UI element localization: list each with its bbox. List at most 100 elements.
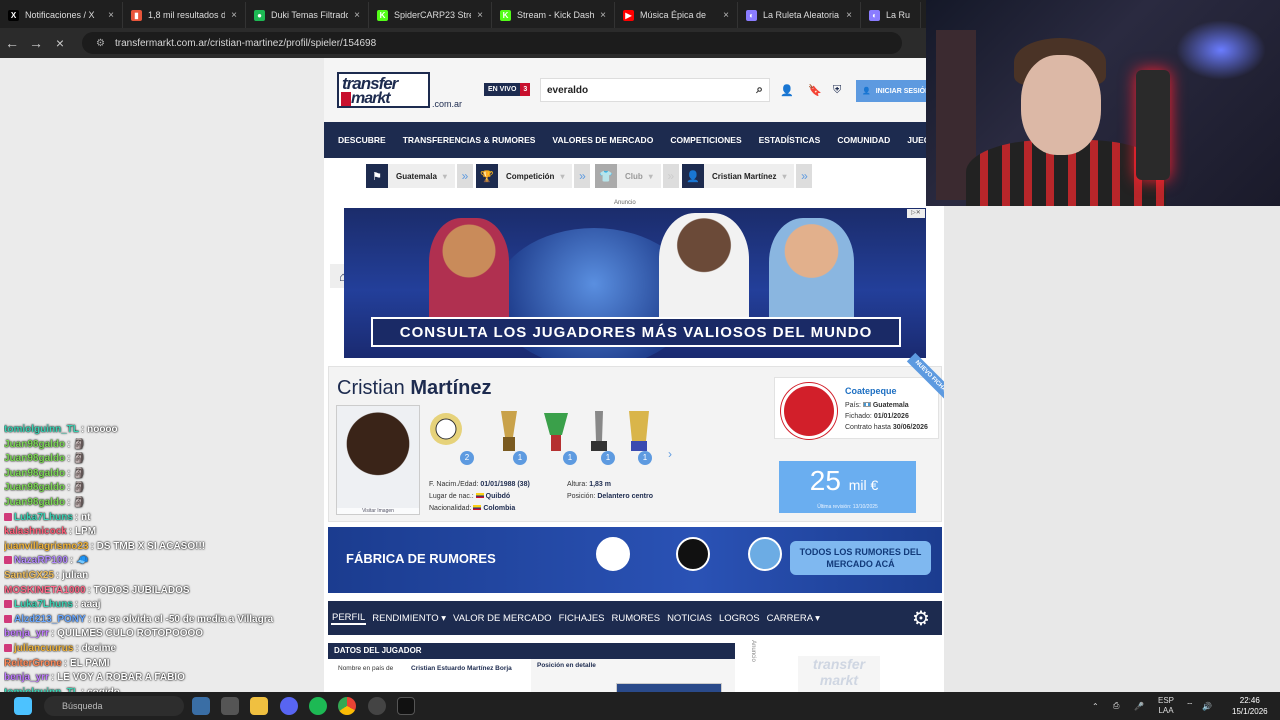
club-crest-icon[interactable]: [781, 383, 837, 439]
browser-tab[interactable]: ◐ La Ru: [861, 2, 921, 28]
breadcrumb-club[interactable]: 👕 Club ▾ »: [595, 164, 679, 188]
market-value-box[interactable]: 25 mil € Última revisión: 13/10/2025: [779, 461, 916, 513]
browser-tab[interactable]: ◐ La Ruleta Aleatoria ×: [738, 2, 861, 28]
browser-tab[interactable]: K Stream - Kick Dashbo ×: [492, 2, 615, 28]
tab-close-icon[interactable]: ×: [600, 10, 606, 21]
chevron-right-icon[interactable]: »: [796, 164, 813, 188]
trophy-ball-icon[interactable]: [426, 407, 466, 455]
task-view-icon[interactable]: [192, 697, 210, 715]
chat-username[interactable]: MOSKINETA1000: [4, 585, 86, 596]
tab-close-icon[interactable]: ×: [231, 10, 237, 21]
chevron-up-icon[interactable]: ⌃: [1092, 692, 1099, 720]
store-icon[interactable]: [221, 697, 239, 715]
tab-close-icon[interactable]: ×: [108, 10, 114, 21]
search-icon[interactable]: ⌕: [756, 82, 763, 97]
trophy-cup-icon[interactable]: [489, 407, 529, 455]
app-icon[interactable]: [397, 697, 415, 715]
windows-start-icon[interactable]: [14, 697, 32, 715]
chat-username[interactable]: juanvillagrismo23: [4, 541, 88, 552]
nationality-value[interactable]: Colombia: [483, 505, 515, 512]
nav-item[interactable]: TRANSFERENCIAS & RUMORES: [403, 135, 536, 145]
mic-icon[interactable]: 🎤: [1134, 692, 1144, 720]
tab-close-icon[interactable]: ×: [354, 10, 360, 21]
browser-tab[interactable]: K SpiderCARP23 Stream ×: [369, 2, 492, 28]
breadcrumb-competition[interactable]: 🏆 Competición ▾ »: [476, 164, 591, 188]
chat-username[interactable]: Juan98galdo: [4, 468, 65, 479]
spotify-icon[interactable]: [309, 697, 327, 715]
taskbar-search[interactable]: Búsqueda: [44, 696, 184, 716]
forward-icon[interactable]: →: [24, 35, 48, 51]
subnav-item[interactable]: VALOR DE MERCADO: [452, 613, 553, 624]
player-photo[interactable]: Visitar Imagen: [336, 405, 420, 515]
bookmark-icon[interactable]: 🔖: [808, 84, 822, 97]
nav-item[interactable]: VALORES DE MERCADO: [552, 135, 653, 145]
folder-icon[interactable]: [250, 697, 268, 715]
volume-icon[interactable]: 🔊: [1202, 692, 1212, 720]
chevron-right-icon[interactable]: »: [574, 164, 591, 188]
gear-icon[interactable]: ⚙: [912, 606, 930, 631]
language-indicator[interactable]: ESP LAA: [1158, 692, 1174, 720]
shield-icon[interactable]: ⛨: [833, 84, 841, 97]
chat-username[interactable]: kalashnicock: [4, 526, 67, 537]
nav-item[interactable]: COMPETICIONES: [670, 135, 741, 145]
obs-icon[interactable]: [368, 697, 386, 715]
browser-tab[interactable]: ▮ 1,8 mil resultados de ×: [123, 2, 246, 28]
chat-username[interactable]: SantiGX25: [4, 570, 54, 581]
chat-username[interactable]: benja_yrr: [4, 628, 49, 639]
chevron-right-icon[interactable]: »: [456, 164, 473, 188]
chat-username[interactable]: ReiterGrone: [4, 658, 62, 669]
chrome-icon[interactable]: [338, 697, 356, 715]
chevron-right-icon[interactable]: ›: [668, 447, 672, 461]
trophy-cup-icon[interactable]: [619, 407, 659, 455]
chat-username[interactable]: Luka7Lhuns: [14, 599, 73, 610]
address-bar[interactable]: ⚙ transfermarkt.com.ar/cristian-martinez…: [82, 32, 902, 54]
usb-icon[interactable]: ⎙: [1113, 692, 1119, 720]
nav-item[interactable]: ESTADÍSTICAS: [759, 135, 821, 145]
reload-icon[interactable]: ×: [48, 35, 72, 51]
subnav-item[interactable]: FICHAJES: [558, 613, 606, 624]
rumor-ad-banner[interactable]: FÁBRICA DE RUMORES TODOS LOS RUMORES DEL…: [328, 527, 942, 593]
site-info-icon[interactable]: ⚙: [96, 38, 105, 49]
discord-icon[interactable]: [280, 697, 298, 715]
subnav-item[interactable]: RUMORES: [611, 613, 662, 624]
ad-close-icon[interactable]: ▷✕: [907, 209, 925, 218]
system-clock[interactable]: 22:46 15/1/2026: [1232, 695, 1268, 717]
user-search-icon[interactable]: 👤: [780, 84, 794, 97]
subnav-item[interactable]: LOGROS: [718, 613, 761, 624]
browser-tab[interactable]: X Notificaciones / X ×: [0, 2, 123, 28]
current-club-box[interactable]: Coatepeque País: Guatemala Fichado: 01/0…: [774, 377, 939, 439]
chat-username[interactable]: Juan98galdo: [4, 482, 65, 493]
chat-username[interactable]: Alzd213_PONY: [14, 614, 86, 625]
chat-username[interactable]: NazaRP100: [14, 555, 68, 566]
chat-username[interactable]: Juan98galdo: [4, 453, 65, 464]
subnav-item[interactable]: NOTICIAS: [666, 613, 713, 624]
subnav-item[interactable]: CARRERA ▾: [766, 613, 821, 624]
subnav-item[interactable]: PERFIL: [331, 612, 367, 625]
chat-username[interactable]: juliancuurus: [14, 643, 73, 654]
chevron-right-icon[interactable]: »: [662, 164, 679, 188]
tab-close-icon[interactable]: ×: [723, 10, 729, 21]
rumor-cta-button[interactable]: TODOS LOS RUMORES DEL MERCADO ACÁ: [790, 541, 931, 575]
back-icon[interactable]: ←: [0, 35, 24, 51]
chat-username[interactable]: Juan98galdo: [4, 439, 65, 450]
trophy-cup-icon[interactable]: [536, 407, 576, 455]
side-ad-logo[interactable]: transfer markt: [798, 656, 880, 692]
live-button[interactable]: EN VIVO 3: [484, 83, 531, 96]
browser-tab[interactable]: ▶ Música Épica de ×: [615, 2, 738, 28]
breadcrumb-country[interactable]: ⚑ Guatemala ▾ »: [366, 164, 473, 188]
nav-item[interactable]: DESCUBRE: [338, 135, 386, 145]
club-name[interactable]: Coatepeque: [845, 386, 897, 396]
search-input[interactable]: everaldo ⌕: [540, 78, 770, 102]
nav-item[interactable]: COMUNIDAD: [837, 135, 890, 145]
tab-close-icon[interactable]: ×: [477, 10, 483, 21]
tab-close-icon[interactable]: ×: [846, 10, 852, 21]
browser-tab[interactable]: ● Duki Temas Filtrados ×: [246, 2, 369, 28]
wifi-icon[interactable]: ⌔: [1186, 692, 1194, 720]
breadcrumb-player[interactable]: 👤 Cristian Martínez ▾ »: [682, 164, 813, 188]
chat-username[interactable]: benja_yrr: [4, 672, 49, 683]
ad-banner[interactable]: CONSULTA LOS JUGADORES MÁS VALIOSOS DEL …: [344, 208, 926, 358]
trophy-cup-icon[interactable]: [579, 407, 619, 455]
chat-username[interactable]: Juan98galdo: [4, 497, 65, 508]
subnav-item[interactable]: RENDIMIENTO ▾: [371, 613, 447, 624]
transfermarkt-logo[interactable]: transfer markt: [337, 72, 430, 108]
